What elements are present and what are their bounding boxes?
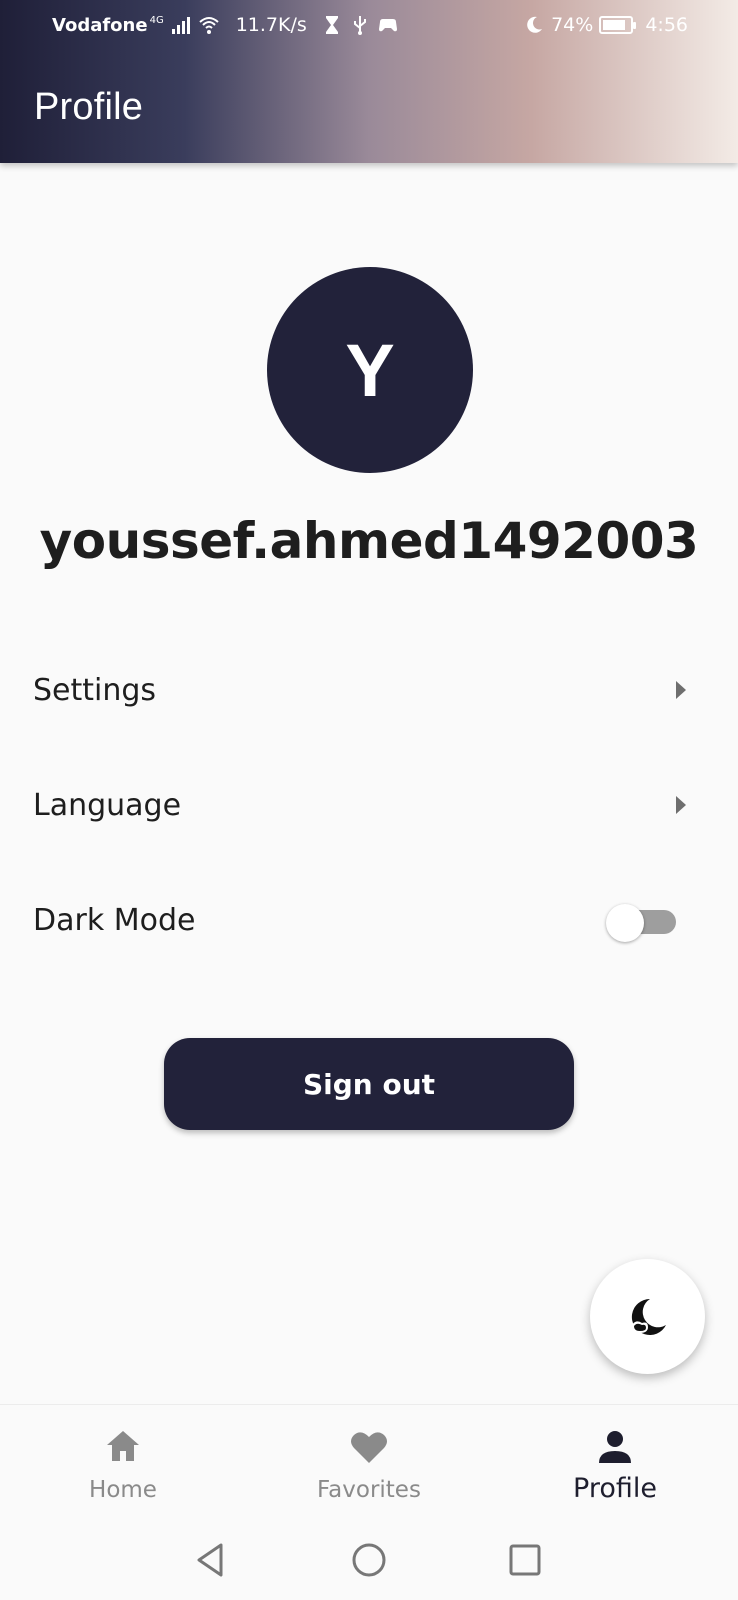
settings-row[interactable]: Settings [0, 640, 738, 740]
toggle-thumb [606, 904, 644, 942]
carrier-name: Vodafone [52, 14, 148, 36]
settings-label: Settings [33, 672, 157, 708]
battery-icon [599, 16, 637, 34]
page-title: Profile [34, 86, 144, 128]
home-icon [107, 1431, 139, 1461]
wifi-icon [199, 17, 219, 34]
usb-icon [353, 16, 366, 35]
chevron-right-icon [676, 681, 686, 699]
clock: 4:56 [645, 14, 688, 36]
moon-icon [631, 1298, 666, 1335]
status-bar: Vodafone 4G 11.7K/s 74% 4:56 [0, 0, 738, 49]
chevron-right-icon [676, 796, 686, 814]
hourglass-icon [325, 16, 338, 34]
moon-icon [527, 16, 543, 33]
avatar: Y [267, 267, 473, 473]
status-bar-right: 74% 4:56 [523, 14, 688, 36]
language-row[interactable]: Language [0, 755, 738, 855]
nav-profile[interactable]: Profile [492, 1405, 738, 1525]
system-navigation-bar [0, 1524, 738, 1600]
network-type: 4G [149, 14, 164, 26]
home-circle-icon[interactable] [349, 1540, 389, 1580]
game-icon [378, 19, 397, 32]
dark-mode-toggle[interactable] [606, 904, 679, 942]
dark-mode-label: Dark Mode [33, 902, 196, 938]
nav-home[interactable]: Home [0, 1405, 246, 1525]
dark-mode-row: Dark Mode [0, 870, 738, 970]
language-label: Language [33, 787, 182, 823]
theme-fab-button[interactable] [590, 1259, 705, 1374]
username: youssef.ahmed1492003 [39, 512, 699, 570]
bottom-navigation: Home Favorites Profile [0, 1404, 738, 1524]
sign-out-button[interactable]: Sign out [164, 1038, 574, 1130]
recents-icon[interactable] [505, 1540, 545, 1580]
heart-icon [351, 1432, 387, 1463]
nav-favorites-label: Favorites [317, 1477, 421, 1503]
status-bar-left: Vodafone 4G 11.7K/s [52, 14, 399, 36]
signal-icon [171, 17, 190, 34]
avatar-initial: Y [345, 328, 395, 412]
nav-favorites[interactable]: Favorites [246, 1405, 492, 1525]
battery-percent: 74% [551, 14, 594, 36]
person-icon [599, 1431, 631, 1463]
nav-home-label: Home [89, 1477, 157, 1503]
nav-profile-label: Profile [573, 1473, 657, 1504]
back-icon[interactable] [191, 1540, 231, 1580]
app-header: Vodafone 4G 11.7K/s 74% 4:56 Profile [0, 0, 738, 163]
network-speed: 11.7K/s [235, 14, 307, 36]
